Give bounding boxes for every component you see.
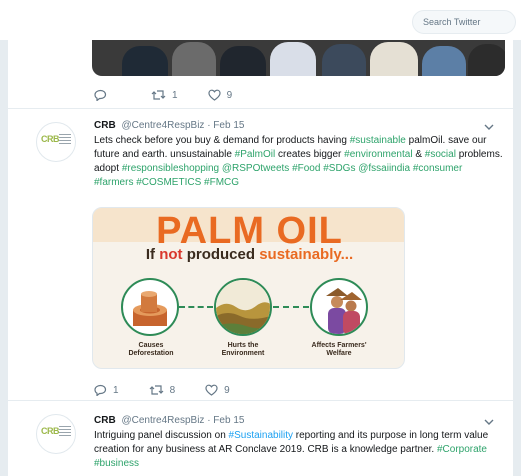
hashtag-link[interactable]: #Corporate xyxy=(437,444,487,455)
hashtag-link[interactable]: #PalmOil xyxy=(235,149,276,160)
tweet-header: CRB @Centre4RespBiz · Feb 15 xyxy=(94,415,244,426)
hashtag-link[interactable]: #COSMETICS xyxy=(136,177,201,188)
top-bar: Search Twitter xyxy=(0,0,521,40)
retweet-button[interactable]: 8 xyxy=(149,384,176,396)
mention-link[interactable]: @RSPOtweets xyxy=(222,163,289,174)
environment-illustration xyxy=(214,278,272,336)
retweet-button[interactable]: 1 xyxy=(151,89,178,101)
avatar[interactable]: CRB xyxy=(36,122,76,162)
hashtag-link[interactable]: #consumer xyxy=(413,163,462,174)
heart-icon xyxy=(207,89,221,101)
avatar[interactable]: CRB xyxy=(36,414,76,454)
chevron-down-icon[interactable] xyxy=(484,124,494,131)
farmers-illustration xyxy=(310,278,368,336)
tweet-text-segment: Lets check before you buy & demand for p… xyxy=(94,135,350,146)
like-button[interactable]: 9 xyxy=(205,384,230,396)
reply-count: 1 xyxy=(113,384,119,396)
tweet[interactable]: CRB CRB @Centre4RespBiz · Feb 15 Lets ch… xyxy=(8,108,513,400)
hashtag-link[interactable]: #SDGs xyxy=(323,163,355,174)
hashtag-link[interactable]: #social xyxy=(425,149,456,160)
timeline: 1 9 CRB CRB @Centre4RespBiz · Feb 15 Let… xyxy=(8,40,513,476)
avatar-logo: CRB xyxy=(41,134,60,144)
heart-icon xyxy=(205,384,218,396)
dashed-connector xyxy=(179,306,213,308)
deforestation-illustration xyxy=(121,278,179,336)
mention-link[interactable]: @fssaiindia xyxy=(358,163,410,174)
tweet-photo[interactable] xyxy=(92,40,505,76)
search-input[interactable]: Search Twitter xyxy=(412,10,516,34)
caption-environment: Hurts the Environment xyxy=(221,342,265,357)
hashtag-link[interactable]: #business xyxy=(94,458,139,469)
like-count: 9 xyxy=(226,89,233,101)
reply-icon xyxy=(94,384,107,396)
image-subtitle: If not produced sustainably... xyxy=(145,246,354,263)
tweet-text-segment: creates bigger xyxy=(275,149,345,160)
hashtag-link[interactable]: #sustainable xyxy=(350,135,406,146)
avatar-logo: CRB xyxy=(41,426,60,436)
tweet-image[interactable]: PALM OIL If not produced sustainably... … xyxy=(92,207,405,369)
author-name[interactable]: CRB xyxy=(94,415,116,426)
avatar-logo-lines xyxy=(59,426,71,438)
author-handle[interactable]: @Centre4RespBiz xyxy=(121,120,204,131)
hashtag-link[interactable]: #environmental xyxy=(344,149,412,160)
tweet-text: Intriguing panel discussion on #Sustaina… xyxy=(94,429,504,471)
author-handle[interactable]: @Centre4RespBiz xyxy=(121,415,204,426)
tweet-actions: 1 9 xyxy=(94,89,262,101)
hashtag-link[interactable]: #FMCG xyxy=(204,177,239,188)
hashtag-link[interactable]: #farmers xyxy=(94,177,133,188)
reply-icon xyxy=(94,89,107,101)
retweet-icon xyxy=(151,90,166,100)
tweet-actions: 1 8 9 xyxy=(94,384,260,396)
tweet-header: CRB @Centre4RespBiz · Feb 15 xyxy=(94,120,244,131)
dashed-connector xyxy=(273,306,309,308)
chevron-down-icon[interactable] xyxy=(484,419,494,426)
tweet[interactable]: CRB CRB @Centre4RespBiz · Feb 15 Intrigu… xyxy=(8,400,513,476)
hashtag-link[interactable]: #Sustainability xyxy=(229,430,293,441)
hashtag-link[interactable]: #responsibleshopping xyxy=(122,163,219,174)
retweet-icon xyxy=(149,385,163,395)
caption-farmers: Affects Farmers' Welfare xyxy=(311,342,367,357)
tweet-date[interactable]: · Feb 15 xyxy=(207,415,244,426)
tweet-text: Lets check before you buy & demand for p… xyxy=(94,134,504,190)
hashtag-link[interactable]: #Food xyxy=(292,163,320,174)
avatar-logo-lines xyxy=(59,134,71,146)
reply-button[interactable]: 1 xyxy=(94,384,119,396)
caption-deforestation: Causes Deforestation xyxy=(128,342,174,357)
author-name[interactable]: CRB xyxy=(94,120,116,131)
tweet-text-segment: & xyxy=(412,149,425,160)
like-count: 9 xyxy=(224,384,230,396)
like-button[interactable]: 9 xyxy=(207,89,233,101)
tweet-text-segment: Intriguing panel discussion on xyxy=(94,430,229,441)
retweet-count: 1 xyxy=(172,89,178,101)
reply-button[interactable] xyxy=(94,89,113,101)
tweet-date[interactable]: · Feb 15 xyxy=(207,120,244,131)
retweet-count: 8 xyxy=(169,384,176,396)
